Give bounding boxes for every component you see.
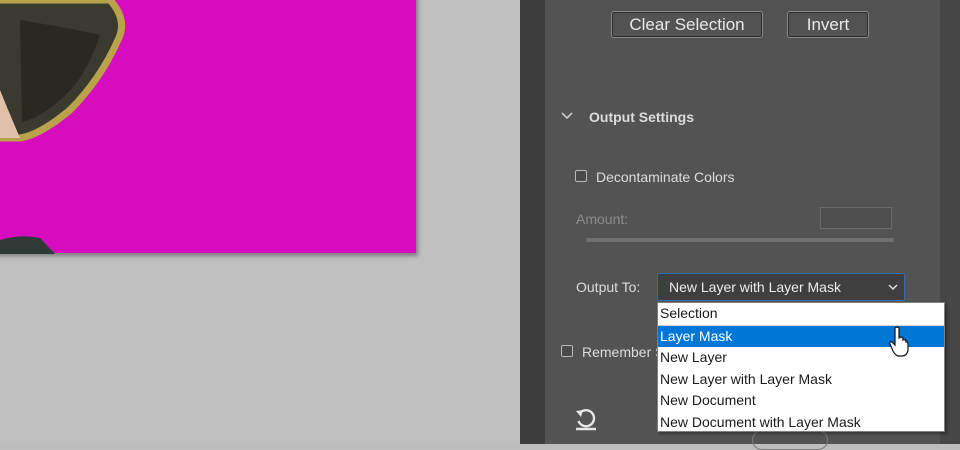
output-settings-title[interactable]: Output Settings [589,109,694,125]
output-to-dropdown-list[interactable]: Selection Layer Mask New Layer New Layer… [657,302,945,432]
invert-button[interactable]: Invert [787,11,869,38]
remember-settings-label: Remember S [582,344,665,360]
option-selection[interactable]: Selection [658,303,944,326]
output-to-select[interactable]: New Layer with Layer Mask [657,273,905,301]
amount-label: Amount: [576,211,629,227]
option-new-document-with-layer-mask[interactable]: New Document with Layer Mask [658,412,944,434]
decontaminate-colors-checkbox[interactable] [575,170,587,182]
chevron-down-icon[interactable] [560,110,574,122]
output-to-value: New Layer with Layer Mask [669,279,841,295]
option-new-document[interactable]: New Document [658,390,944,412]
decontaminate-colors-label: Decontaminate Colors [596,169,735,185]
amount-field[interactable] [820,207,892,229]
option-new-layer-with-layer-mask[interactable]: New Layer with Layer Mask [658,369,944,391]
amount-slider[interactable] [586,238,894,242]
mouse-cursor-icon [889,326,909,357]
output-to-label: Output To: [576,279,641,295]
remember-settings-checkbox[interactable] [561,345,573,357]
bottom-button[interactable] [752,430,828,450]
subject-sunglasses-image [0,0,126,142]
clear-selection-button[interactable]: Clear Selection [611,11,763,38]
image-canvas[interactable] [0,0,520,444]
panel-gutter [520,0,545,444]
reset-icon[interactable] [574,407,598,431]
chevron-down-icon [888,284,898,291]
subject-shoulder-image [0,236,55,254]
